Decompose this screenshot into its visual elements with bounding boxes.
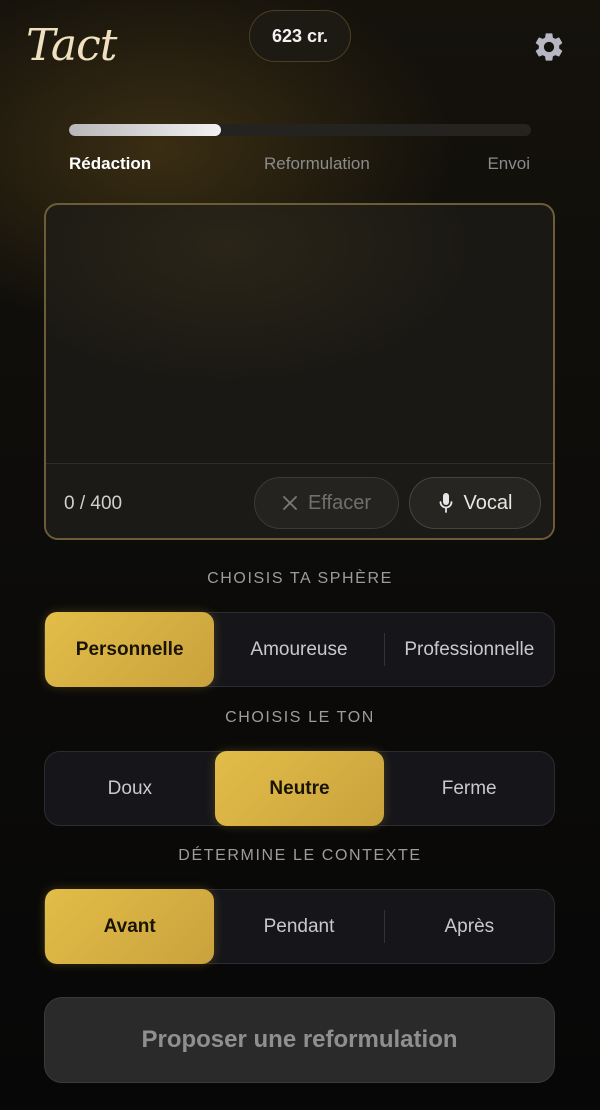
tone-option-doux[interactable]: Doux xyxy=(45,752,215,825)
voice-button-label: Vocal xyxy=(463,491,513,514)
gear-icon[interactable] xyxy=(532,30,566,64)
message-input[interactable] xyxy=(46,205,553,463)
close-icon xyxy=(282,495,298,511)
character-counter: 0 / 400 xyxy=(64,493,123,514)
clear-button[interactable]: Effacer xyxy=(254,477,399,529)
credits-value: 623 cr. xyxy=(271,25,329,46)
context-heading: DÉTERMINE LE CONTEXTE xyxy=(178,847,422,864)
sphere-option-professionnelle[interactable]: Professionnelle xyxy=(385,613,554,686)
clear-button-label: Effacer xyxy=(308,491,371,514)
editor-toolbar: 0 / 400 Effacer Vocal xyxy=(46,463,553,538)
message-editor: 0 / 400 Effacer Vocal xyxy=(44,203,555,540)
sphere-heading: CHOISIS TA SPHÈRE xyxy=(207,570,393,587)
microphone-icon xyxy=(438,492,454,514)
voice-button[interactable]: Vocal xyxy=(409,477,541,529)
app-logo: Tact xyxy=(26,20,117,71)
credits-badge[interactable]: 623 cr. xyxy=(249,10,351,62)
sphere-selector: Personnelle Amoureuse Professionnelle xyxy=(44,612,555,687)
propose-reformulation-button[interactable]: Proposer une reformulation xyxy=(44,997,555,1083)
tone-heading: CHOISIS LE TON xyxy=(225,709,375,726)
step-label-redaction: Rédaction xyxy=(69,154,152,173)
tone-option-ferme[interactable]: Ferme xyxy=(384,752,554,825)
step-label-envoi: Envoi xyxy=(487,154,530,173)
tone-option-neutre[interactable]: Neutre xyxy=(214,751,385,826)
context-option-pendant[interactable]: Pendant xyxy=(214,890,383,963)
sphere-option-personnelle[interactable]: Personnelle xyxy=(45,612,215,687)
context-option-avant[interactable]: Avant xyxy=(45,889,215,964)
progress-fill xyxy=(69,124,222,136)
context-option-apres[interactable]: Après xyxy=(385,890,554,963)
progress-bar xyxy=(69,124,531,136)
tone-selector: Doux Neutre Ferme xyxy=(44,751,555,826)
sphere-option-amoureuse[interactable]: Amoureuse xyxy=(214,613,383,686)
app-screen: Tact 623 cr. Rédaction Reformulation Env… xyxy=(0,0,600,1110)
step-label-reformulation: Reformulation xyxy=(264,154,370,173)
propose-reformulation-label: Proposer une reformulation xyxy=(141,1026,458,1053)
context-selector: Avant Pendant Après xyxy=(44,889,555,964)
